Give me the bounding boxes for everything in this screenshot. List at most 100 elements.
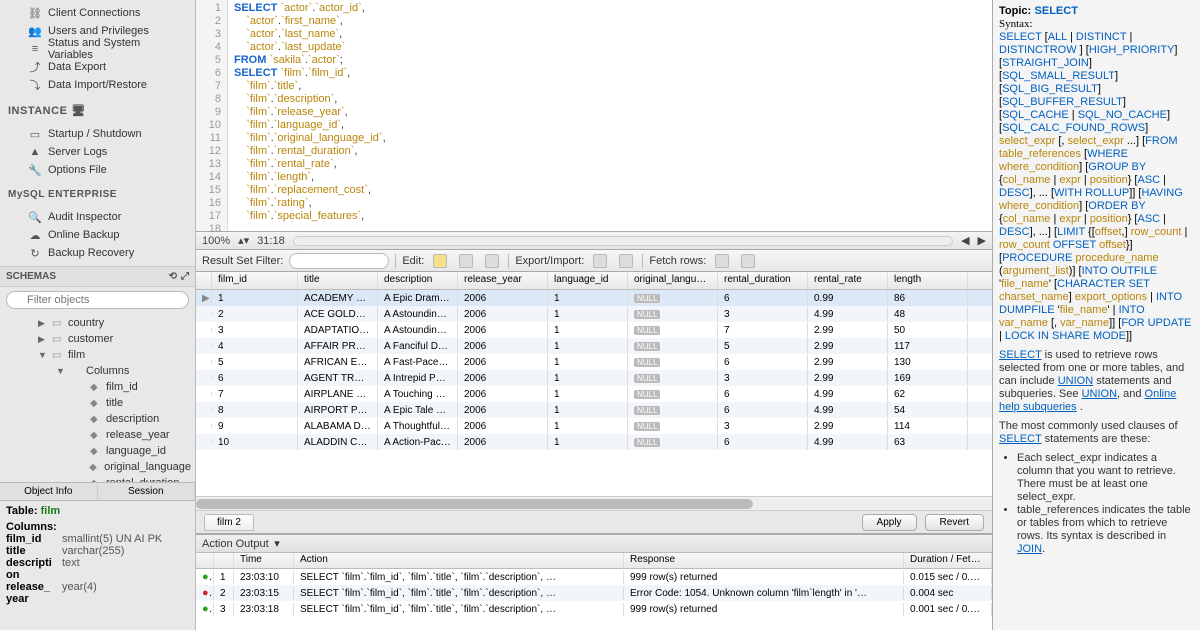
revert-button[interactable]: Revert (925, 514, 984, 531)
column-header[interactable]: length (888, 272, 968, 289)
nav-icon: 👥 (28, 24, 42, 38)
export-icon[interactable] (590, 253, 610, 269)
filter-input[interactable] (6, 291, 189, 309)
grid-body[interactable]: ▶1ACADEMY DIN…A Epic Drama …20061NULL60.… (196, 290, 992, 496)
table-row[interactable]: 7AIRPLANE SIERRAA Touching Sa…20061NULL6… (196, 386, 992, 402)
column-header[interactable] (196, 272, 212, 289)
instance-item[interactable]: 🔧Options File (0, 161, 195, 179)
tree-label: customer (68, 333, 113, 345)
column-header[interactable]: release_year (458, 272, 548, 289)
tree-item[interactable]: ◆language_id (0, 443, 195, 459)
tree-label: film_id (106, 381, 138, 393)
sql-editor[interactable]: 123456789101112131415161718 SELECT `acto… (196, 0, 992, 232)
nav-label: Backup Recovery (48, 247, 134, 259)
code-content[interactable]: SELECT `actor`.`actor_id`, `actor`.`firs… (228, 0, 992, 231)
scroll-left-icon[interactable]: ◀ (961, 234, 969, 247)
management-item[interactable]: ⛓Client Connections (0, 4, 195, 22)
column-header[interactable]: original_langua… (628, 272, 718, 289)
table-row[interactable]: 3ADAPTATION …A Astounding …20061NULL72.9… (196, 322, 992, 338)
export-label: Export/Import: (515, 255, 584, 267)
result-filter-input[interactable] (289, 253, 389, 269)
nav-icon: ⤴ (28, 60, 42, 74)
tab-object-info[interactable]: Object Info (0, 483, 98, 500)
column-header[interactable]: title (298, 272, 378, 289)
null-badge: NULL (634, 390, 660, 399)
result-tab[interactable]: film 2 (204, 514, 254, 531)
nav-icon: 🔍 (28, 210, 42, 224)
column-header[interactable]: language_id (548, 272, 628, 289)
management-item[interactable]: ⤵Data Import/Restore (0, 76, 195, 94)
edit-delete-icon[interactable] (482, 253, 502, 269)
column-header[interactable]: description (378, 272, 458, 289)
dropdown-icon[interactable]: ▾ (274, 537, 280, 550)
column-header[interactable]: rental_rate (808, 272, 888, 289)
table-row[interactable]: ▶1ACADEMY DIN…A Epic Drama …20061NULL60.… (196, 290, 992, 306)
select-link-2[interactable]: SELECT (999, 433, 1042, 445)
join-link[interactable]: JOIN (1017, 543, 1042, 555)
fetch-all-icon[interactable] (738, 253, 758, 269)
instance-item[interactable]: ▭Startup / Shutdown (0, 125, 195, 143)
tree-item[interactable]: ◆title (0, 395, 195, 411)
edit-add-icon[interactable] (456, 253, 476, 269)
table-row[interactable]: 5AFRICAN EGGA Fast-Paced …20061NULL62.99… (196, 354, 992, 370)
null-badge: NULL (634, 422, 660, 431)
null-badge: NULL (634, 406, 660, 415)
refresh-icon[interactable]: ⟲ (169, 271, 177, 282)
object-info-panel: Table: film Columns: film_idsmallint(5) … (0, 500, 195, 630)
select-link[interactable]: SELECT (999, 349, 1042, 361)
union-link-2[interactable]: UNION (1082, 388, 1117, 400)
scroll-right-icon[interactable]: ▶ (978, 234, 986, 247)
enterprise-item[interactable]: ☁Online Backup (0, 226, 195, 244)
import-icon[interactable] (616, 253, 636, 269)
union-link[interactable]: UNION (1058, 375, 1093, 387)
tree-item[interactable]: ◆film_id (0, 379, 195, 395)
tree-arrow-icon[interactable]: ▶ (38, 318, 48, 329)
column-header[interactable]: film_id (212, 272, 298, 289)
fetch-next-icon[interactable] (712, 253, 732, 269)
help-paragraph-2: The most commonly used clauses of SELECT… (999, 420, 1194, 446)
horizontal-scrollbar[interactable] (293, 236, 953, 246)
tree-arrow-icon[interactable]: ▶ (38, 334, 48, 345)
object-table-name: film (41, 505, 61, 517)
table-row[interactable]: 2ACE GOLDFIN…A Astounding …20061NULL34.9… (196, 306, 992, 322)
nav-icon: ⛓ (28, 6, 42, 20)
tree-item[interactable]: ◆release_year (0, 427, 195, 443)
table-row[interactable]: 10ALADDIN CAL…A Action-Pack…20061NULL64.… (196, 434, 992, 450)
table-row[interactable]: 4AFFAIR PREJU…A Fanciful Doc…20061NULL52… (196, 338, 992, 354)
table-row[interactable]: 6AGENT TRUMANA Intrepid Pan…20061NULL32.… (196, 370, 992, 386)
tree-arrow-icon[interactable]: ▼ (38, 350, 48, 360)
tree-item[interactable]: ▼▭film (0, 347, 195, 363)
tree-item[interactable]: ◆rental_duration (0, 475, 195, 482)
expand-icon[interactable]: ⤢ (181, 271, 189, 282)
tree-arrow-icon[interactable]: ▼ (56, 366, 66, 376)
table-row[interactable]: 8AIRPORT POLL…A Epic Tale of …20061NULL6… (196, 402, 992, 418)
null-badge: NULL (634, 310, 660, 319)
enterprise-item[interactable]: 🔍Audit Inspector (0, 208, 195, 226)
tree-item[interactable]: ◆original_language (0, 459, 195, 475)
null-badge: NULL (634, 294, 660, 303)
tree-item[interactable]: ▶▭customer (0, 331, 195, 347)
apply-button[interactable]: Apply (862, 514, 917, 531)
edit-icon[interactable] (430, 253, 450, 269)
schema-tree[interactable]: ▶▭country▶▭customer▼▭film▼Columns◆film_i… (0, 313, 195, 482)
tree-item[interactable]: ▶▭country (0, 315, 195, 331)
grid-scrollbar[interactable] (196, 496, 992, 510)
zoom-level[interactable]: 100% (202, 235, 230, 247)
action-output-row[interactable]: ●123:03:10SELECT `film`.`film_id`, `film… (196, 569, 992, 585)
enterprise-item[interactable]: ↻Backup Recovery (0, 244, 195, 262)
nav-icon: ≡ (28, 42, 42, 56)
management-item[interactable]: ≡Status and System Variables (0, 40, 195, 58)
tab-session[interactable]: Session (98, 483, 196, 500)
zoom-stepper-icon[interactable]: ▴▾ (238, 234, 249, 247)
table-row[interactable]: 9ALABAMA DEVILA Thoughtful …20061NULL32.… (196, 418, 992, 434)
tree-item[interactable]: ▼Columns (0, 363, 195, 379)
action-output-row[interactable]: ●223:03:15SELECT `film`.`film_id`, `film… (196, 585, 992, 601)
instance-item[interactable]: ▲Server Logs (0, 143, 195, 161)
instance-header: INSTANCE🖥 (0, 98, 195, 121)
column-info-row: descriptiontext (6, 557, 189, 581)
editor-statusbar: 100% ▴▾ 31:18 ◀ ▶ (196, 232, 992, 250)
tree-item[interactable]: ◆description (0, 411, 195, 427)
column-header[interactable]: rental_duration (718, 272, 808, 289)
action-output-row[interactable]: ●323:03:18SELECT `film`.`film_id`, `film… (196, 601, 992, 617)
grid-header[interactable]: film_idtitledescriptionrelease_yearlangu… (196, 272, 992, 290)
